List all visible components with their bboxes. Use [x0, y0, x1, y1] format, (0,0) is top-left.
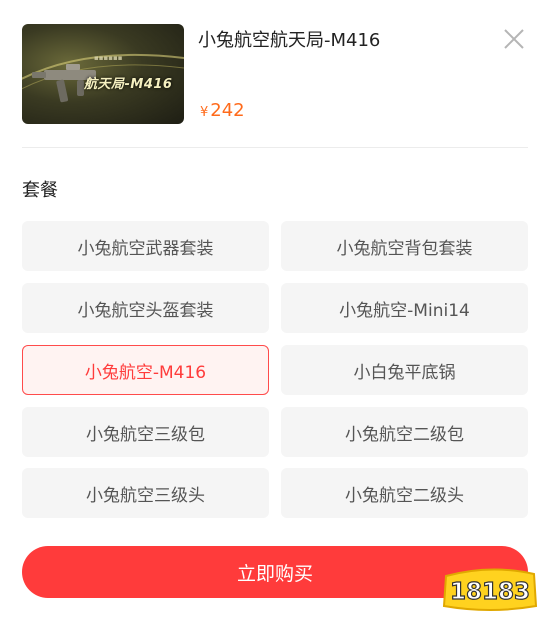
price-value: 242: [210, 100, 245, 121]
option-item[interactable]: 小兔航空背包套装: [281, 221, 528, 271]
option-item[interactable]: 小兔航空二级包: [281, 407, 528, 457]
product-thumbnail: ▪▪▪▪▪▪ 航天局-M416: [22, 24, 184, 124]
product-price: ¥242: [200, 100, 245, 121]
option-item[interactable]: 小兔航空-Mini14: [281, 283, 528, 333]
option-item[interactable]: 小兔航空二级头: [281, 468, 528, 518]
divider: [22, 147, 528, 148]
option-item[interactable]: 小兔航空头盔套装: [22, 283, 269, 333]
option-item[interactable]: 小兔航空三级头: [22, 468, 269, 518]
close-icon: [504, 29, 524, 49]
option-item[interactable]: 小白兔平底锅: [281, 345, 528, 395]
currency-symbol: ¥: [200, 105, 209, 120]
product-title: 小兔航空航天局-M416: [198, 30, 381, 51]
option-item[interactable]: 小兔航空武器套装: [22, 221, 269, 271]
option-item-selected[interactable]: 小兔航空-M416: [22, 345, 269, 395]
close-button[interactable]: [503, 28, 525, 50]
section-label: 套餐: [22, 180, 58, 201]
thumbnail-logo: ▪▪▪▪▪▪: [94, 54, 123, 62]
option-item[interactable]: 小兔航空三级包: [22, 407, 269, 457]
thumbnail-caption: 航天局-M416: [84, 77, 173, 92]
svg-text:18183: 18183: [450, 579, 530, 605]
watermark-logo: 18183: [442, 566, 538, 612]
